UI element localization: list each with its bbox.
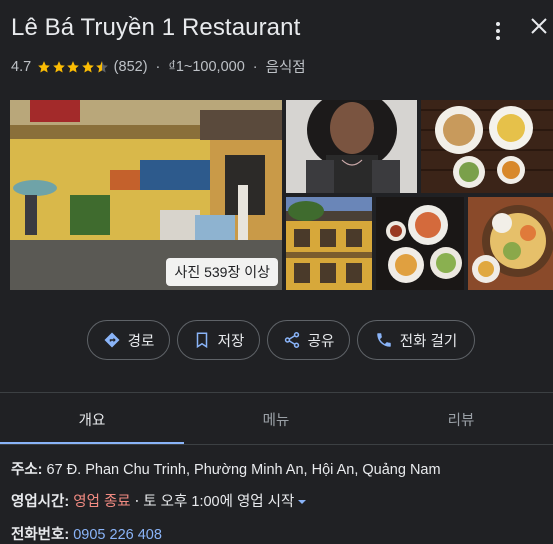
rating-stars <box>37 60 110 74</box>
bookmark-icon <box>196 332 207 349</box>
separator: · <box>155 58 161 75</box>
place-meta: 4.7 (852) · ₫1~100,000 · 음식점 <box>11 56 306 77</box>
tab-overview[interactable]: 개요 <box>0 394 184 444</box>
address-row: 주소: 67 Đ. Phan Chu Trinh, Phường Minh An… <box>11 458 441 479</box>
star-half-icon <box>96 60 109 73</box>
tab-bar: 개요 메뉴 리뷰 <box>0 394 553 444</box>
hours-label: 영업시간: <box>11 494 70 510</box>
call-button[interactable]: 전화 걸기 <box>357 320 475 360</box>
save-label: 저장 <box>217 333 245 350</box>
star-icon <box>67 60 80 73</box>
share-icon <box>284 332 299 348</box>
phone-label: 전화번호: <box>11 527 70 543</box>
close-icon[interactable] <box>527 14 551 38</box>
directions-button[interactable]: 경로 <box>87 320 170 360</box>
photo-thumb[interactable] <box>286 197 372 290</box>
more-vert-icon[interactable] <box>488 22 508 46</box>
address-label: 주소: <box>11 462 43 478</box>
hours-separator: ⋅ <box>134 494 140 510</box>
rating-value: 4.7 <box>11 58 32 75</box>
hours-status: 영업 종료 <box>73 494 131 510</box>
photo-thumb[interactable] <box>376 197 464 290</box>
star-icon <box>38 60 51 73</box>
tab-reviews[interactable]: 리뷰 <box>369 394 553 444</box>
action-bar: 경로 저장 공유 전화 걸기 <box>0 320 553 360</box>
photo-thumb[interactable] <box>286 100 417 193</box>
divider <box>0 444 553 445</box>
save-button[interactable]: 저장 <box>177 320 260 360</box>
phone-icon <box>377 333 391 347</box>
chevron-down-icon[interactable] <box>298 500 307 505</box>
category[interactable]: 음식점 <box>266 56 306 77</box>
photo-count-badge[interactable]: 사진 539장 이상 <box>166 258 278 286</box>
share-button[interactable]: 공유 <box>267 320 350 360</box>
price-range: ₫1~100,000 <box>168 58 245 75</box>
hours-row: 영업시간: 영업 종료 ⋅ 토 오후 1:00에 영업 시작 <box>11 490 307 511</box>
photo-main[interactable]: 사진 539장 이상 <box>10 100 282 290</box>
directions-icon <box>104 332 120 348</box>
review-count[interactable]: (852) <box>114 59 148 75</box>
tab-menu[interactable]: 메뉴 <box>184 394 368 444</box>
share-label: 공유 <box>307 333 335 350</box>
separator: · <box>252 58 258 75</box>
hours-next-open[interactable]: 토 오후 1:00에 영업 시작 <box>143 494 294 510</box>
phone-row: 전화번호: 0905 226 408 <box>11 523 162 544</box>
star-icon <box>52 60 65 73</box>
place-title: Lê Bá Truyền 1 Restaurant <box>11 14 301 41</box>
star-icon <box>81 60 94 73</box>
photo-thumb[interactable] <box>421 100 553 193</box>
divider <box>0 392 553 393</box>
directions-label: 경로 <box>127 333 155 350</box>
phone-link[interactable]: 0905 226 408 <box>73 527 162 543</box>
address-value: 67 Đ. Phan Chu Trinh, Phường Minh An, Hộ… <box>46 462 441 478</box>
photo-thumb[interactable] <box>468 197 553 290</box>
call-label: 전화 걸기 <box>399 333 458 350</box>
